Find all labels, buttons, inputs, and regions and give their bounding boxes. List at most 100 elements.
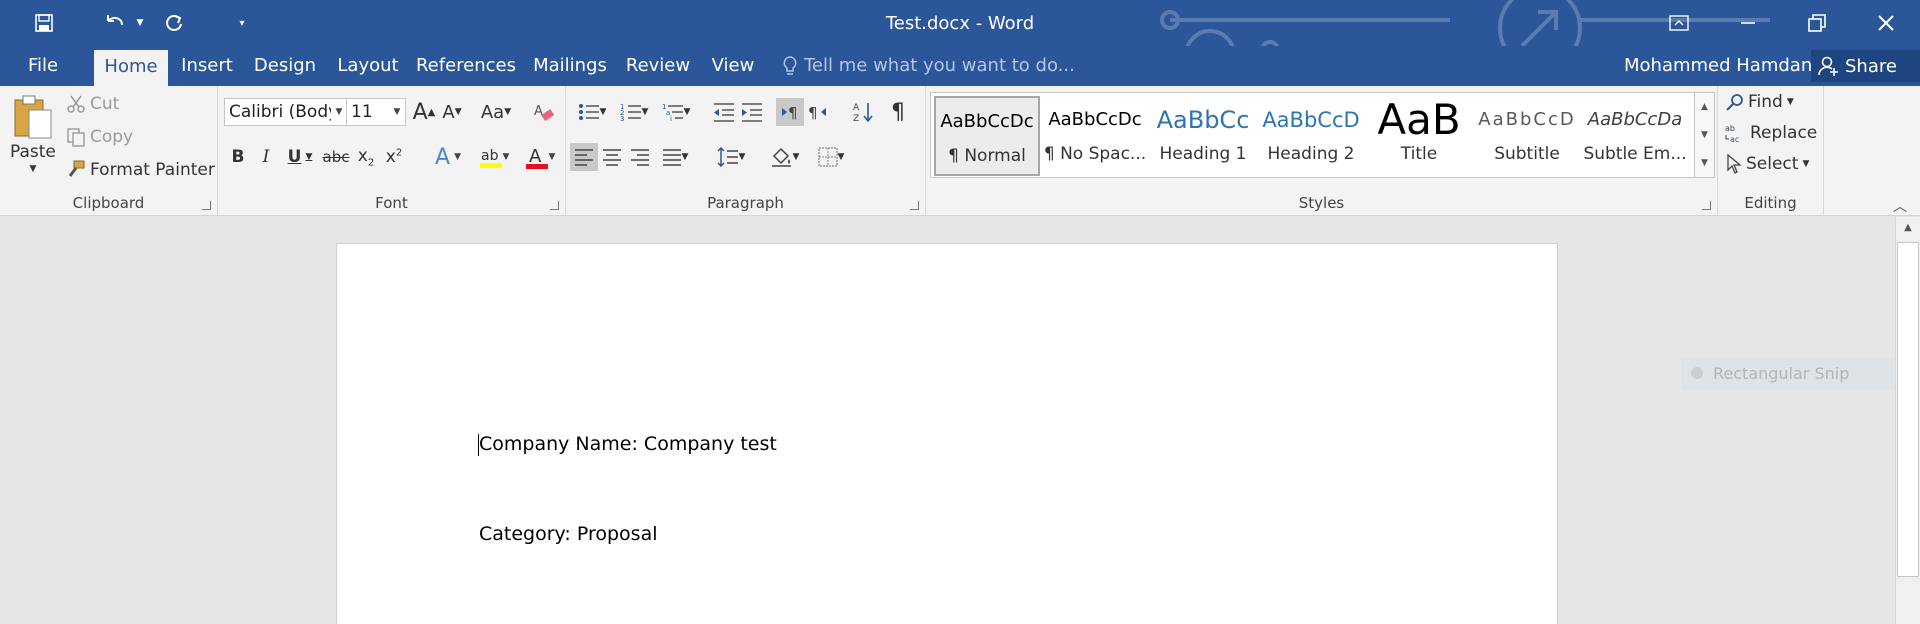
paintbrush-icon [68,160,85,177]
format-painter-button[interactable]: Format Painter [66,160,215,180]
style-subtle-emphasis[interactable]: AaBbCcDa Subtle Em... [1582,96,1688,176]
share-button[interactable]: Share [1811,50,1920,82]
svg-text:¶: ¶ [788,104,798,122]
styles-dialog-launcher-icon[interactable] [1702,201,1711,210]
style-heading-2[interactable]: AaBbCcD Heading 2 [1258,96,1364,176]
paragraph-group: ▼ 123 ▼ 1ai ▼ ¶ ¶ AZ ¶ ▼ ▼ ▼ ▼ Paragraph [566,86,926,215]
clipboard-group-label: Clipboard [72,194,145,212]
eraser-icon: A [534,104,555,122]
font-size-value: 11 [351,102,373,122]
align-left-button[interactable] [570,143,598,171]
vertical-scrollbar[interactable]: ▲ [1895,217,1920,624]
font-name-combo[interactable]: Calibri (Body) ▼ [224,98,348,126]
style-no-spacing[interactable]: AaBbCcDc ¶ No Spac... [1042,96,1148,176]
clear-formatting-button[interactable]: A [530,98,558,126]
scroll-thumb[interactable] [1897,242,1919,577]
gallery-more-icon[interactable]: ▼ [1695,149,1714,177]
paragraph-dialog-launcher-icon[interactable] [910,201,919,210]
multilevel-list-button[interactable]: 1ai ▼ [656,98,696,126]
ltr-button[interactable]: ¶ [776,98,804,126]
scroll-up-icon[interactable]: ▲ [1896,217,1920,239]
superscript-button[interactable]: x2 [380,143,408,171]
gallery-up-icon[interactable]: ▲ [1695,93,1714,121]
sort-button[interactable]: AZ [850,98,878,126]
style-name: Heading 2 [1267,144,1355,164]
svg-text:A: A [853,103,860,113]
font-color-icon: A [525,146,548,169]
close-icon[interactable] [1851,0,1920,46]
tab-home[interactable]: Home [94,50,168,86]
select-button[interactable]: Select ▼ [1726,154,1809,174]
tab-file[interactable]: File [10,46,76,86]
style-normal[interactable]: AaBbCcDc ¶ Normal [934,96,1040,176]
tab-insert[interactable]: Insert [176,46,238,86]
grow-font-button[interactable]: A ▲ [410,98,438,126]
italic-button[interactable]: I [252,143,280,171]
increase-indent-button[interactable] [738,98,766,126]
text-effects-button[interactable]: A ▼ [428,143,468,171]
tab-layout[interactable]: Layout [332,46,404,86]
cut-button[interactable]: Cut [66,94,119,114]
shading-button[interactable]: ▼ [764,143,806,171]
font-group-label: Font [375,194,408,212]
left-to-right-icon: ¶ [782,104,798,122]
borders-button[interactable]: ▼ [810,143,852,171]
justify-button[interactable]: ▼ [654,143,696,171]
restore-icon[interactable] [1782,0,1851,46]
style-subtitle[interactable]: AaBbCcD Subtitle [1474,96,1580,176]
tab-review[interactable]: Review [622,46,694,86]
find-button[interactable]: Find ▼ [1726,92,1794,112]
minimize-icon[interactable] [1713,0,1782,46]
right-to-left-icon: ¶ [808,104,826,122]
text-effects-icon: A [435,144,451,170]
user-name[interactable]: Mohammed Hamdan [1624,46,1812,86]
paste-icon [14,95,52,139]
clipboard-dialog-launcher-icon[interactable] [202,201,211,210]
person-icon [1818,56,1838,76]
ribbon-tab-bar: File Home Insert Design Layout Reference… [0,46,1920,86]
line-spacing-button[interactable]: ▼ [710,143,752,171]
gallery-down-icon[interactable]: ▼ [1695,121,1714,149]
show-formatting-marks-button[interactable]: ¶ [884,98,912,126]
subscript-button[interactable]: x2 [352,143,380,171]
snip-dot-icon [1691,367,1703,379]
paragraph-company-name[interactable]: Company Name: Company test [479,433,777,455]
cut-label: Cut [90,94,120,114]
find-label: Find [1748,92,1783,112]
decrease-indent-icon [714,103,734,122]
highlight-button[interactable]: ab ▼ [474,143,514,171]
bullets-button[interactable]: ▼ [572,98,612,126]
decrease-indent-button[interactable] [710,98,738,126]
replace-button[interactable]: ab ac Replace [1724,123,1817,143]
paragraph-category[interactable]: Category: Proposal [479,523,658,545]
document-page[interactable]: Company Name: Company test Category: Pro… [336,243,1558,624]
shrink-font-button[interactable]: A ▼ [438,98,466,126]
style-name: Title [1400,144,1438,164]
rtl-button[interactable]: ¶ [804,98,832,126]
change-case-button[interactable]: Aa ▼ [476,98,516,126]
tab-mailings[interactable]: Mailings [528,46,612,86]
align-right-button[interactable] [626,143,654,171]
style-title[interactable]: AaB Title [1366,96,1472,176]
paste-button[interactable]: Paste ▼ [10,94,56,174]
style-heading-1[interactable]: AaBbCc Heading 1 [1150,96,1256,176]
align-center-button[interactable] [598,143,626,171]
tab-view[interactable]: View [704,46,762,86]
ribbon-display-options-icon[interactable] [1644,0,1713,46]
underline-button[interactable]: U ▼ [280,143,320,171]
font-dialog-launcher-icon[interactable] [550,201,559,210]
bold-button[interactable]: B [224,143,252,171]
tell-me-box[interactable]: Tell me what you want to do... [782,46,1075,86]
font-size-combo[interactable]: 11 ▼ [346,98,406,126]
font-color-button[interactable]: A ▼ [520,143,560,171]
tab-references[interactable]: References [414,46,518,86]
copy-button[interactable]: Copy [66,127,133,147]
collapse-ribbon-icon[interactable]: ︿ [1893,196,1907,216]
styles-group-label: Styles [1298,194,1345,212]
numbering-button[interactable]: 123 ▼ [614,98,654,126]
strikethrough-button[interactable]: abc [322,143,350,171]
multilevel-list-icon: 1ai [662,103,683,122]
subscript-icon: x2 [357,145,375,169]
svg-text:ac: ac [1730,135,1739,143]
tab-design[interactable]: Design [248,46,322,86]
